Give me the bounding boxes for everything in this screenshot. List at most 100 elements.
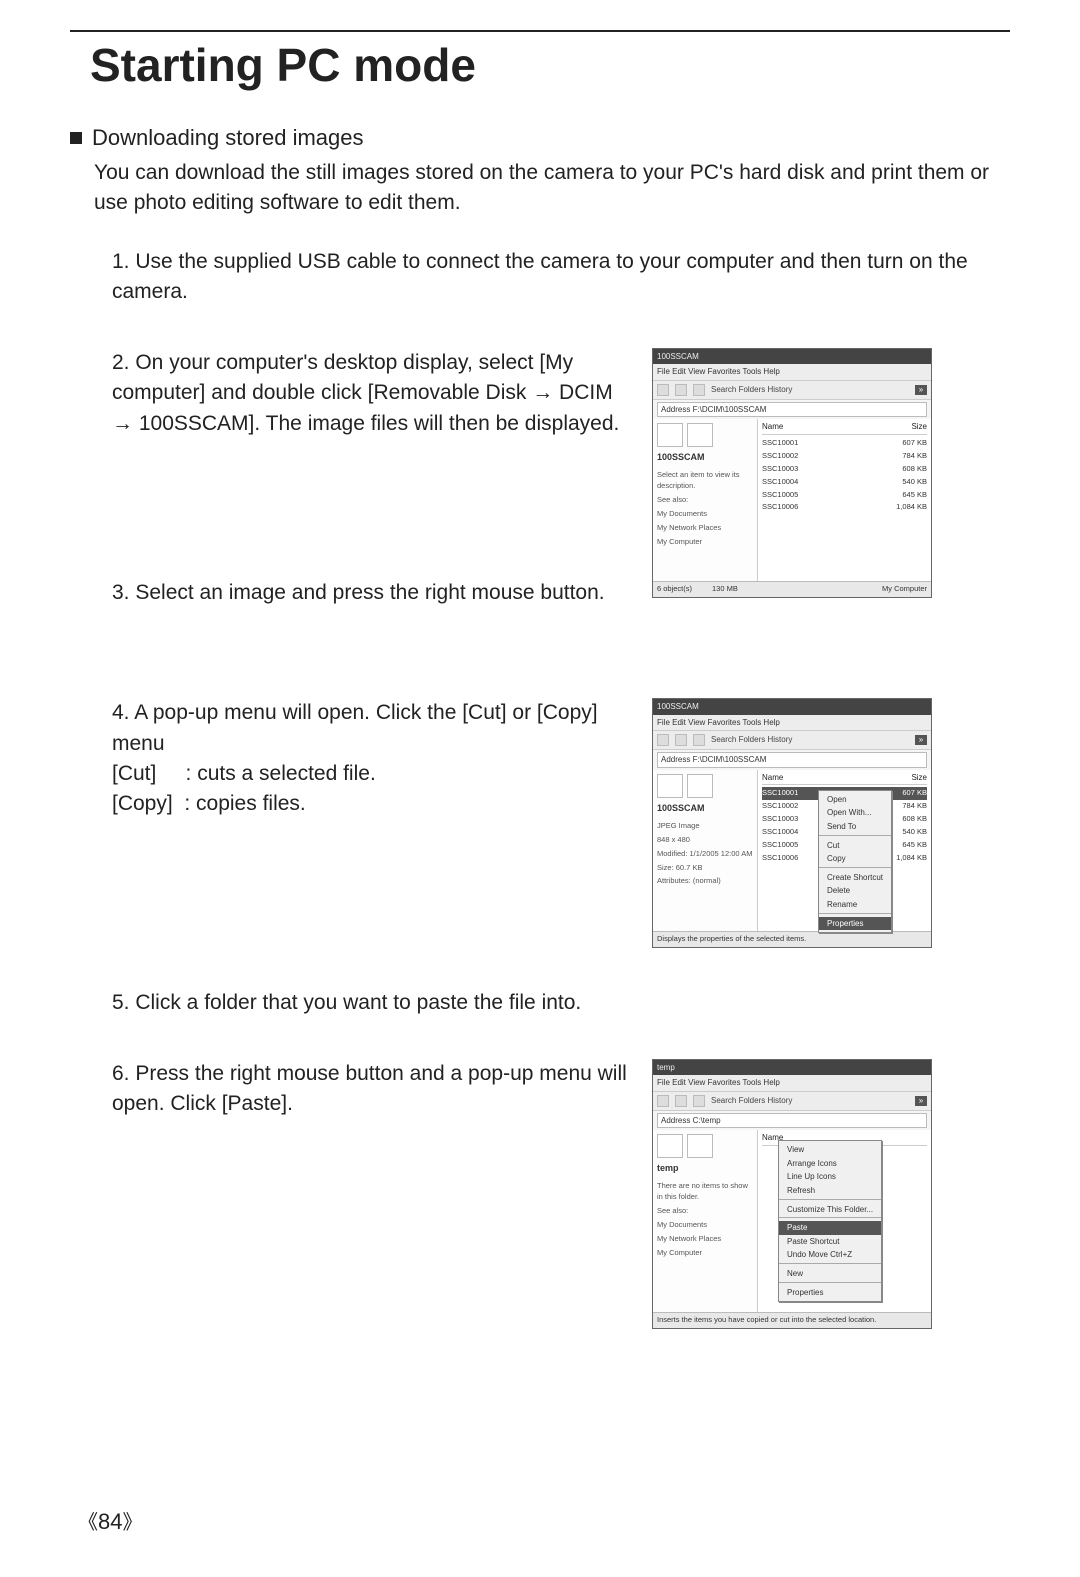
- section-heading: Downloading stored images: [70, 122, 1010, 154]
- menu-item-properties: Properties: [819, 917, 891, 931]
- status-text: Displays the properties of the selected …: [657, 934, 806, 945]
- file-dimensions: 848 x 480: [657, 835, 753, 846]
- step-4-line2: [Cut] : cuts a selected file.: [112, 759, 632, 789]
- top-rule: [70, 30, 1010, 38]
- status-bar: Inserts the items you have copied or cut…: [653, 1312, 931, 1328]
- window-titlebar: 100SSCAM: [653, 699, 931, 715]
- manual-page: Starting PC mode Downloading stored imag…: [0, 0, 1080, 1577]
- menu-item: Customize This Folder...: [779, 1203, 881, 1217]
- menu-item: Arrange Icons: [779, 1157, 881, 1171]
- file-list: Name Size SSC10001607 KB SSC10002784 KB …: [758, 419, 931, 580]
- menu-item-copy: Copy: [819, 852, 891, 866]
- menu-item: View: [779, 1143, 881, 1157]
- folder-icon: [687, 1134, 713, 1158]
- step-1-text: 1. Use the supplied USB cable to connect…: [112, 247, 1010, 308]
- toolbar-label: Search Folders History: [711, 1095, 792, 1107]
- context-menu: View Arrange Icons Line Up Icons Refresh…: [778, 1140, 882, 1302]
- side-link: See also:: [657, 495, 753, 506]
- folder-icon: [657, 1134, 683, 1158]
- screenshot-explorer-100sscam: 100SSCAM File Edit View Favorites Tools …: [652, 348, 932, 598]
- back-icon: [657, 1095, 669, 1107]
- step-5-text: 5. Click a folder that you want to paste…: [112, 988, 1010, 1018]
- menu-item: Line Up Icons: [779, 1170, 881, 1184]
- square-bullet-icon: [70, 132, 82, 144]
- folder-icon: [687, 423, 713, 447]
- menubar: File Edit View Favorites Tools Help: [653, 364, 931, 380]
- menubar: File Edit View Favorites Tools Help: [653, 715, 931, 731]
- file-row: SSC10002784 KB: [762, 450, 927, 463]
- file-row: SSC10004540 KB: [762, 476, 927, 489]
- step-3: 3. Select an image and press the right m…: [112, 578, 1010, 608]
- side-panel: temp There are no items to show in this …: [653, 1130, 758, 1311]
- side-link: My Documents: [657, 509, 753, 520]
- back-icon: [657, 384, 669, 396]
- side-description: There are no items to show in this folde…: [657, 1181, 753, 1203]
- page-number: 84: [78, 1506, 142, 1535]
- folder-icon: [657, 423, 683, 447]
- file-modified: Modified: 1/1/2005 12:00 AM: [657, 849, 753, 860]
- menubar: File Edit View Favorites Tools Help: [653, 1075, 931, 1091]
- address-bar: Address F:\DCIM\100SSCAM: [657, 752, 927, 768]
- side-link: My Computer: [657, 537, 753, 548]
- menu-item: Create Shortcut: [819, 871, 891, 885]
- toolbar-label: Search Folders History: [711, 384, 792, 396]
- screenshot-context-menu-copy: 100SSCAM File Edit View Favorites Tools …: [652, 698, 932, 948]
- address-bar: Address C:\temp: [657, 1113, 927, 1129]
- folder-name: 100SSCAM: [657, 451, 753, 464]
- side-link: My Network Places: [657, 1234, 753, 1245]
- menu-item: New: [779, 1267, 881, 1281]
- window-title: temp: [657, 1062, 675, 1074]
- window-title: 100SSCAM: [657, 351, 699, 363]
- window-titlebar: 100SSCAM: [653, 349, 931, 365]
- col-name: Name: [762, 772, 783, 784]
- step-2-text: 2. On your computer's desktop display, s…: [112, 348, 632, 439]
- folder-name: 100SSCAM: [657, 802, 753, 815]
- window-title: 100SSCAM: [657, 701, 699, 713]
- step-4-line1: 4. A pop-up menu will open. Click the [C…: [112, 698, 632, 759]
- forward-icon: [675, 734, 687, 746]
- file-row: SSC10003608 KB: [762, 463, 927, 476]
- screenshot-paste-menu: temp File Edit View Favorites Tools Help…: [652, 1059, 932, 1329]
- toolbar: Search Folders History »: [653, 380, 931, 400]
- side-link: My Documents: [657, 1220, 753, 1231]
- forward-icon: [675, 1095, 687, 1107]
- side-panel: 100SSCAM Select an item to view its desc…: [653, 419, 758, 580]
- window-body: 100SSCAM JPEG Image 848 x 480 Modified: …: [653, 770, 931, 931]
- context-menu: Open Open With... Send To Cut Copy Creat…: [818, 790, 892, 933]
- intro-paragraph: You can download the still images stored…: [94, 158, 1010, 219]
- menu-item: Paste Shortcut: [779, 1235, 881, 1249]
- menu-item-paste: Paste: [779, 1221, 881, 1235]
- toolbar: Search Folders History »: [653, 730, 931, 750]
- side-description: Select an item to view its description.: [657, 470, 753, 492]
- window-titlebar: temp: [653, 1060, 931, 1076]
- step-4-line3: [Copy] : copies files.: [112, 789, 632, 819]
- step-3-text: 3. Select an image and press the right m…: [112, 578, 1010, 608]
- menu-item: Open: [819, 793, 891, 807]
- go-icon: »: [915, 735, 927, 745]
- window-body: temp There are no items to show in this …: [653, 1130, 931, 1311]
- menu-item-cut: Cut: [819, 839, 891, 853]
- col-size: Size: [911, 421, 927, 433]
- content-section: Downloading stored images You can downlo…: [70, 122, 1010, 1329]
- step-4-text: 4. A pop-up menu will open. Click the [C…: [112, 698, 632, 820]
- step-6: 6. Press the right mouse button and a po…: [112, 1059, 1010, 1329]
- go-icon: »: [915, 1096, 927, 1106]
- side-link: My Network Places: [657, 523, 753, 534]
- menu-item: Properties: [779, 1286, 881, 1300]
- file-row: SSC10005645 KB: [762, 489, 927, 502]
- menu-item: Refresh: [779, 1184, 881, 1198]
- toolbar-label: Search Folders History: [711, 734, 792, 746]
- side-link: See also:: [657, 1206, 753, 1217]
- step-4: 4. A pop-up menu will open. Click the [C…: [112, 698, 1010, 948]
- up-icon: [693, 384, 705, 396]
- menu-item: Delete: [819, 884, 891, 898]
- step-1: 1. Use the supplied USB cable to connect…: [112, 247, 1010, 308]
- forward-icon: [675, 384, 687, 396]
- status-bar: Displays the properties of the selected …: [653, 931, 931, 947]
- step-2: 2. On your computer's desktop display, s…: [112, 348, 1010, 598]
- address-bar: Address F:\DCIM\100SSCAM: [657, 402, 927, 418]
- file-row: SSC100061,084 KB: [762, 501, 927, 514]
- menu-item: Open With...: [819, 806, 891, 820]
- col-size: Size: [911, 772, 927, 784]
- col-name: Name: [762, 421, 783, 433]
